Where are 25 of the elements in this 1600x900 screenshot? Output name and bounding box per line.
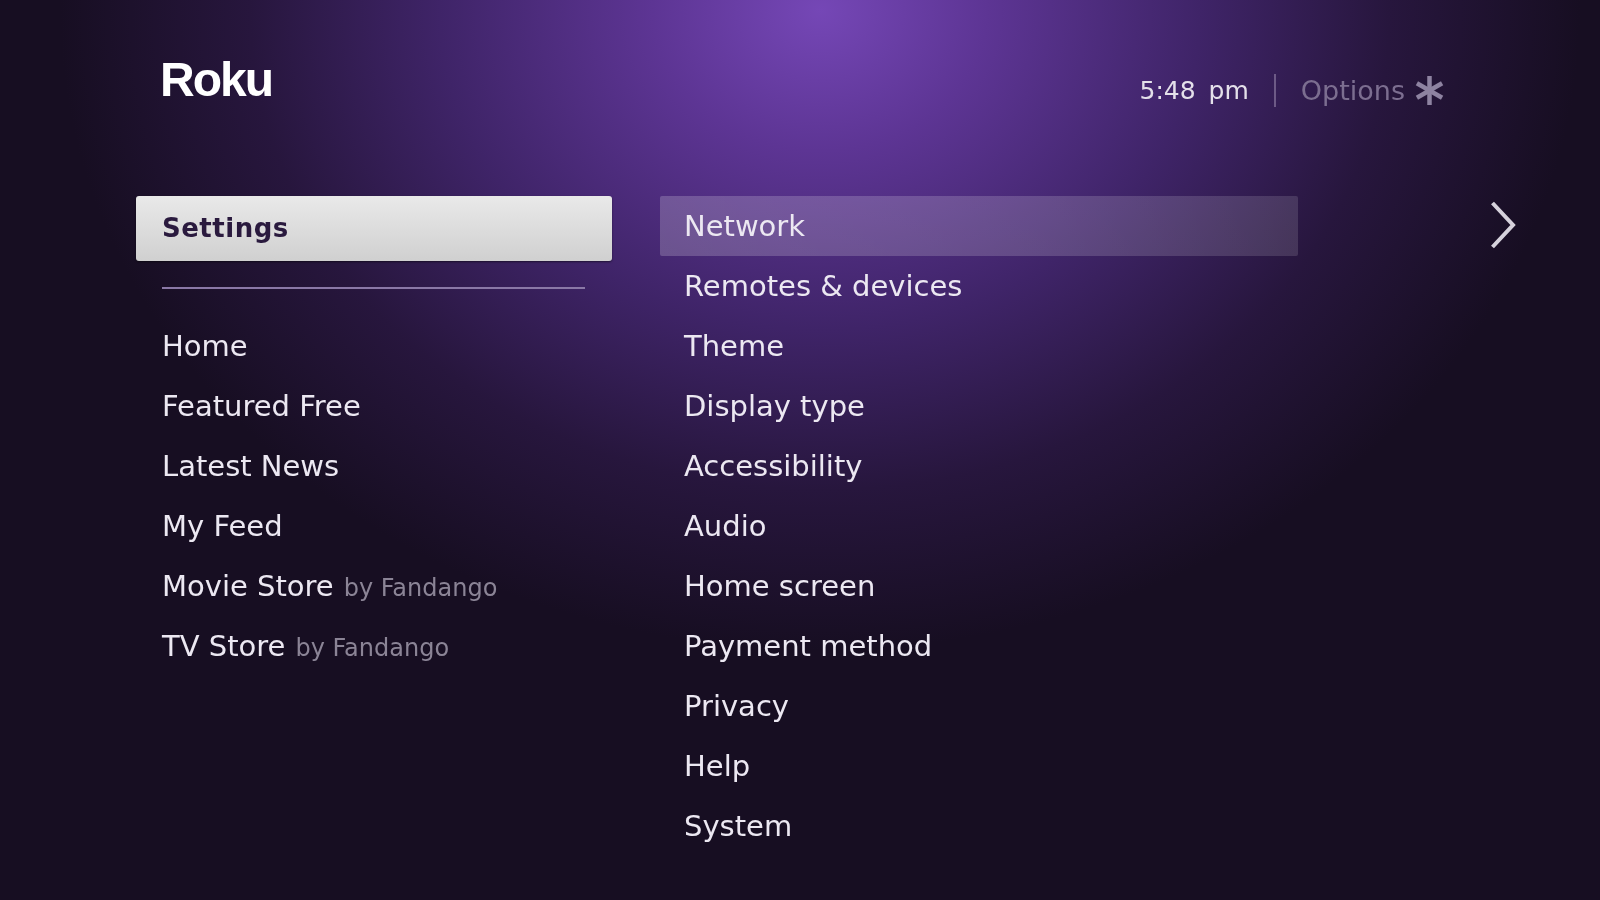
menu-item[interactable]: Network [660, 196, 1298, 256]
menu-item[interactable]: TV Store by Fandango [162, 616, 450, 676]
menu-item[interactable]: My Feed [162, 496, 283, 556]
menu-item[interactable]: Payment method [684, 616, 933, 676]
provider-note: by Fandango [343, 574, 498, 602]
menu-item[interactable]: Help [684, 736, 751, 796]
menu-item[interactable]: System [684, 796, 793, 856]
menu-item[interactable]: Audio [684, 496, 767, 556]
menu-item[interactable]: Theme [684, 316, 785, 376]
options-label: Options [1300, 74, 1405, 106]
menu-item[interactable]: Movie Store by Fandango [162, 556, 498, 616]
provider-note: by Fandango [295, 634, 450, 662]
menu-item[interactable]: Display type [684, 376, 865, 436]
menu-item[interactable]: Featured Free [162, 376, 361, 436]
menu-item[interactable]: Latest News [162, 436, 340, 496]
clock-time: 5:48 pm [1139, 75, 1249, 105]
menu-item[interactable]: Remotes & devices [684, 256, 963, 316]
menu-item[interactable]: Home [162, 316, 248, 376]
logo: Roku [160, 56, 272, 104]
menu-item[interactable]: Accessibility [684, 436, 863, 496]
chevron-right-icon [1490, 201, 1516, 249]
menu-item[interactable]: Home screen [684, 556, 876, 616]
asterisk-icon [1415, 75, 1444, 105]
menu-item[interactable]: Privacy [684, 676, 789, 736]
menu-item[interactable]: Settings [136, 196, 612, 261]
